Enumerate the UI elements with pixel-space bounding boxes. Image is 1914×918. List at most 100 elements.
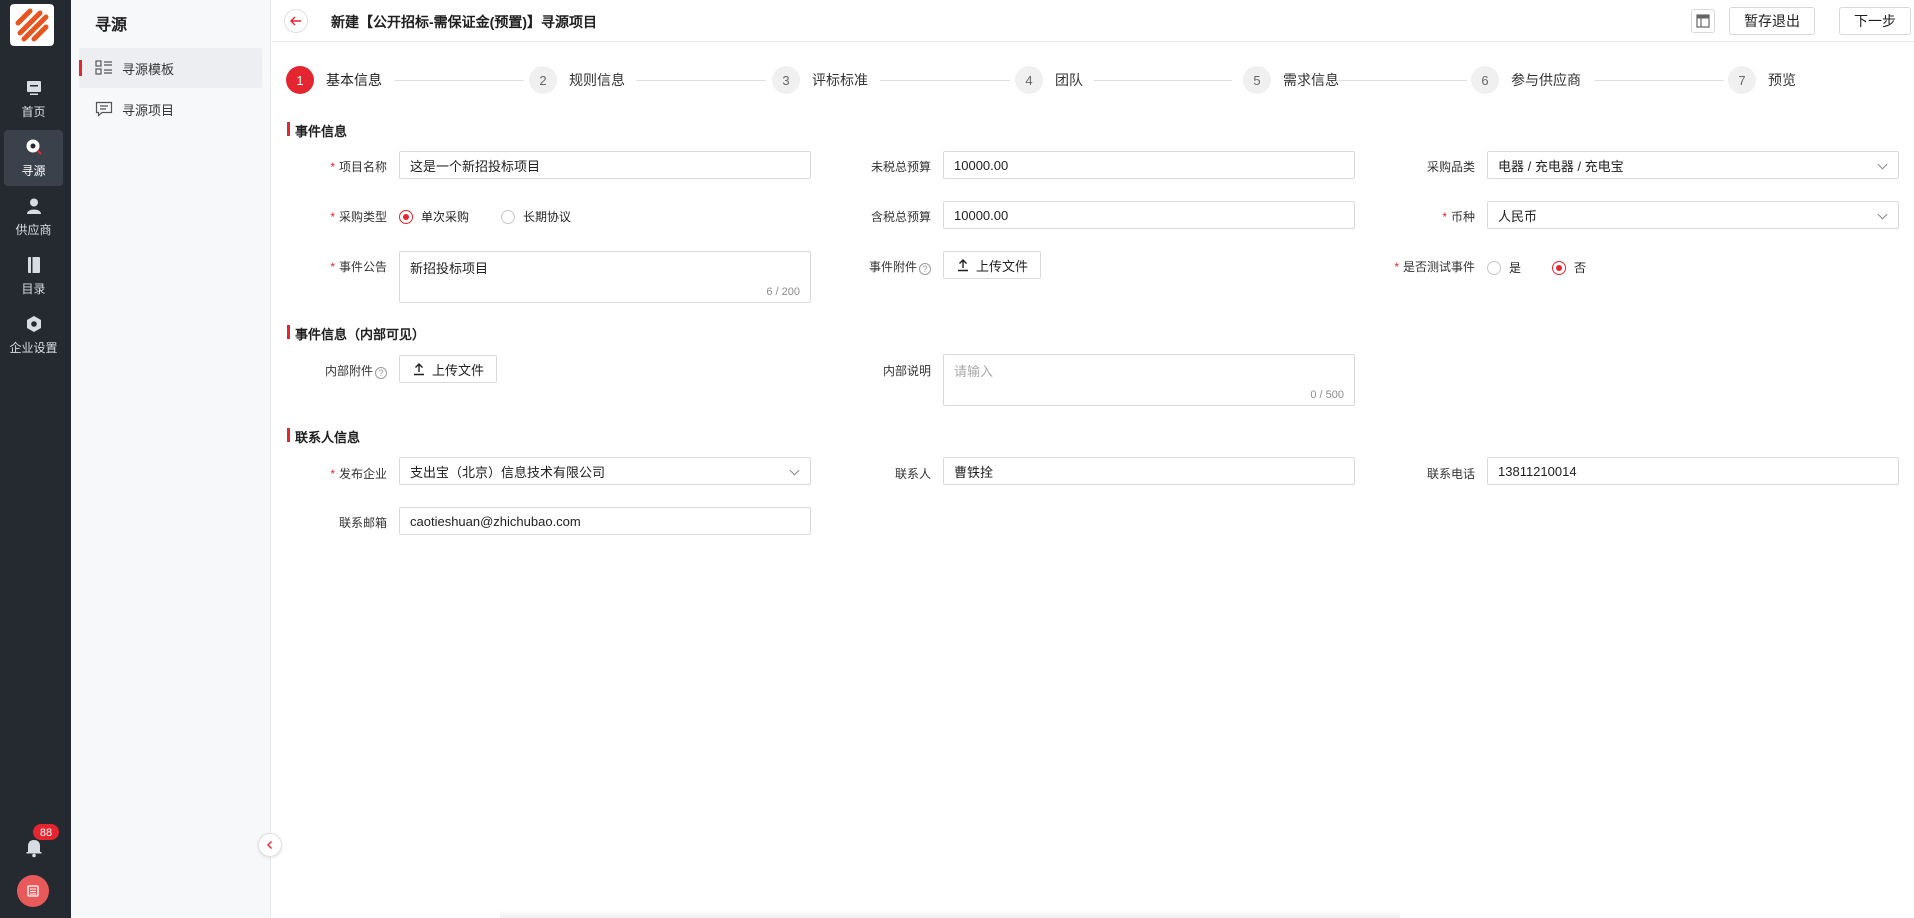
section-internal-info: 事件信息（内部可见）: [287, 324, 425, 343]
step-number: 6: [1471, 66, 1499, 94]
upload-label: 上传文件: [432, 362, 485, 378]
page-header: 新建【公开招标-需保证金(预置)】寻源项目 暂存退出 下一步: [272, 0, 1914, 42]
rail-item-label: 首页: [21, 105, 46, 119]
step-label: 规则信息: [569, 72, 625, 88]
template-icon: [95, 59, 113, 77]
project-name-label: * 项目名称: [330, 160, 387, 174]
upload-internal-attachment-button[interactable]: 上传文件: [399, 355, 498, 383]
currency-select[interactable]: 人民币: [1487, 201, 1899, 229]
announcement-textarea[interactable]: 新招投标项目 6 / 200: [399, 251, 811, 303]
section-contact-info: 联系人信息: [287, 427, 360, 446]
chevron-left-icon: [267, 841, 272, 849]
category-value: 电器 / 充电器 / 充电宝: [1498, 158, 1624, 174]
step-connector: [394, 80, 524, 81]
radio-label: 否: [1574, 261, 1587, 275]
is-test-yes-radio[interactable]: 是: [1487, 259, 1521, 276]
notification-badge: 88: [32, 823, 60, 841]
tax-budget-label: 含税总预算: [870, 210, 931, 224]
category-select[interactable]: 电器 / 充电器 / 充电宝: [1487, 151, 1899, 179]
char-counter: 0 / 500: [1310, 389, 1344, 401]
page-title: 新建【公开招标-需保证金(预置)】寻源项目: [331, 14, 597, 30]
project-icon: [95, 100, 113, 118]
internal-attachment-label: 内部附件?: [325, 362, 387, 379]
back-button[interactable]: [284, 9, 308, 33]
section-event-info: 事件信息: [287, 121, 347, 140]
step-requirements[interactable]: 5 需求信息: [1243, 64, 1339, 96]
secondary-sidebar: 寻源 寻源模板 寻源项目: [71, 0, 271, 918]
subnav-title: 寻源: [95, 17, 128, 34]
main-rail: 首页 寻源 供应商 目录 企业设置 88: [0, 0, 71, 918]
step-rules-info[interactable]: 2 规则信息: [529, 64, 625, 96]
upload-attachment-button[interactable]: 上传文件: [943, 251, 1042, 279]
rail-item-label: 寻源: [21, 164, 46, 178]
app-logo[interactable]: [10, 4, 54, 46]
phone-label: 联系电话: [1426, 467, 1475, 481]
layout-toggle-button[interactable]: [1691, 9, 1715, 33]
radio-label: 是: [1509, 261, 1522, 275]
step-connector: [1094, 80, 1232, 81]
rail-item-settings[interactable]: 企业设置: [4, 307, 63, 363]
purchase-type-single-radio[interactable]: 单次采购: [399, 208, 469, 225]
step-preview[interactable]: 7 预览: [1728, 64, 1796, 96]
subnav-item-project[interactable]: 寻源项目: [79, 89, 262, 129]
subnav-item-label: 寻源项目: [122, 102, 175, 118]
company-select[interactable]: 支出宝（北京）信息技术有限公司: [399, 457, 811, 485]
step-connector: [1337, 80, 1467, 81]
step-label: 评标标准: [812, 72, 868, 88]
step-connector: [880, 80, 1010, 81]
contact-label: 联系人: [894, 467, 931, 481]
contact-input[interactable]: 曹铁拴: [943, 457, 1355, 485]
next-step-button[interactable]: 下一步: [1839, 7, 1911, 35]
email-label: 联系邮箱: [338, 516, 387, 530]
announcement-value: 新招投标项目: [410, 261, 489, 276]
rail-item-home[interactable]: 首页: [4, 71, 63, 127]
pretax-budget-input[interactable]: 10000.00: [943, 151, 1355, 179]
company-label: * 发布企业: [330, 467, 387, 481]
bottom-shadow: [500, 910, 1400, 918]
category-label: 采购品类: [1426, 160, 1475, 174]
rail-item-supplier[interactable]: 供应商: [4, 189, 63, 245]
save-exit-button[interactable]: 暂存退出: [1729, 7, 1815, 35]
tax-budget-input[interactable]: 10000.00: [943, 201, 1355, 229]
help-icon[interactable]: ?: [919, 263, 931, 275]
internal-note-textarea[interactable]: 请输入 0 / 500: [943, 354, 1355, 406]
purchase-type-label: * 采购类型: [330, 210, 387, 224]
email-input[interactable]: caotieshuan@zhichubao.com: [399, 507, 811, 535]
catalog-icon: [24, 255, 44, 275]
layout-icon: [1696, 14, 1710, 28]
sourcing-icon: [24, 137, 44, 157]
is-test-no-radio[interactable]: 否: [1552, 259, 1586, 276]
project-name-input[interactable]: 这是一个新招投标项目: [399, 151, 811, 179]
subnav-item-template[interactable]: 寻源模板: [79, 48, 262, 88]
attachment-label: 事件附件?: [869, 258, 931, 275]
announcement-label: * 事件公告: [330, 260, 387, 274]
upload-label: 上传文件: [976, 258, 1029, 274]
collapse-sidebar-button[interactable]: [258, 833, 282, 857]
step-suppliers[interactable]: 6 参与供应商: [1471, 64, 1581, 96]
user-avatar[interactable]: [17, 875, 49, 907]
settings-icon: [24, 314, 44, 334]
step-indicator: 1 基本信息 2 规则信息 3 评标标准 4 团队 5 需求信息 6 参与供应商…: [286, 64, 1896, 96]
step-label: 预览: [1768, 72, 1796, 88]
step-label: 参与供应商: [1511, 72, 1581, 88]
subnav-item-label: 寻源模板: [122, 61, 175, 77]
purchase-type-longterm-radio[interactable]: 长期协议: [501, 208, 571, 225]
rail-item-label: 企业设置: [9, 341, 58, 355]
is-test-label: * 是否测试事件: [1394, 260, 1475, 274]
upload-icon: [414, 363, 424, 376]
internal-note-label: 内部说明: [882, 364, 931, 378]
radio-label: 长期协议: [523, 210, 572, 224]
phone-input[interactable]: 13811210014: [1487, 457, 1899, 485]
step-number: 1: [286, 66, 314, 94]
step-label: 需求信息: [1283, 72, 1339, 88]
home-icon: [24, 78, 44, 98]
rail-item-sourcing[interactable]: 寻源: [4, 130, 63, 186]
radio-label: 单次采购: [421, 210, 470, 224]
help-icon[interactable]: ?: [375, 367, 387, 379]
internal-note-placeholder: 请输入: [954, 364, 994, 379]
step-number: 2: [529, 66, 557, 94]
rail-item-catalog[interactable]: 目录: [4, 248, 63, 304]
step-evaluation[interactable]: 3 评标标准: [772, 64, 868, 96]
step-basic-info[interactable]: 1 基本信息: [286, 64, 382, 96]
step-team[interactable]: 4 团队: [1015, 64, 1083, 96]
